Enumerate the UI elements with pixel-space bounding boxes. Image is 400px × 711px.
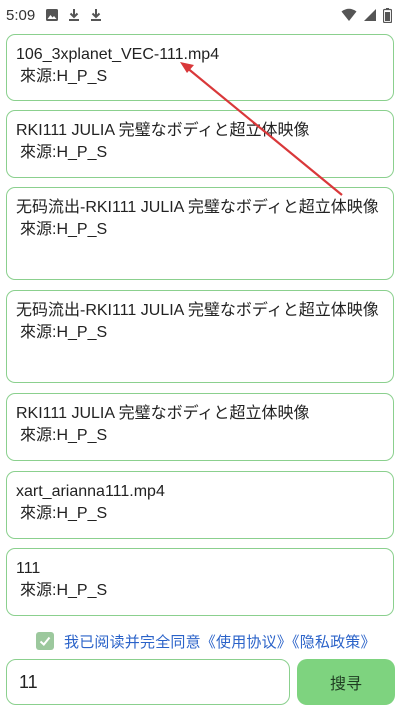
- result-card[interactable]: 111 來源:H_P_S: [6, 548, 394, 616]
- result-title: 111: [16, 560, 41, 577]
- result-card[interactable]: xart_arianna111.mp4 來源:H_P_S: [6, 471, 394, 539]
- result-card[interactable]: RKI111 JULIA 完璧なボディと超立体映像 來源:H_P_S: [6, 110, 394, 178]
- result-source: 來源:H_P_S: [20, 582, 108, 599]
- status-bar: 5:09: [0, 0, 400, 30]
- status-time: 5:09: [6, 6, 36, 24]
- battery-icon: [383, 7, 392, 23]
- result-source: 來源:H_P_S: [20, 324, 108, 341]
- result-card[interactable]: 无码流出-RKI111 JULIA 完璧なボディと超立体映像 來源:H_P_S: [6, 290, 394, 383]
- result-source: 來源:H_P_S: [20, 427, 108, 444]
- system-icons: [341, 7, 392, 23]
- result-title: RKI111 JULIA 完璧なボディと超立体映像: [16, 405, 310, 422]
- result-card[interactable]: RKI111 JULIA 完璧なボディと超立体映像 來源:H_P_S: [6, 393, 394, 461]
- result-title: 无码流出-RKI111 JULIA 完璧なボディと超立体映像: [16, 302, 379, 319]
- result-title: xart_arianna111.mp4: [16, 483, 165, 500]
- agreement-text[interactable]: 我已阅读并完全同意《使用协议》《隐私政策》: [64, 631, 376, 652]
- result-source: 來源:H_P_S: [20, 68, 108, 85]
- app-screen: 5:09 106_3xplanet_VEC-111.mp4 來源:H_P_S R…: [0, 0, 400, 711]
- search-input[interactable]: [6, 659, 290, 705]
- cellular-signal-icon: [363, 8, 377, 22]
- result-source: 來源:H_P_S: [20, 221, 108, 238]
- search-button[interactable]: 搜寻: [297, 659, 395, 705]
- result-source: 來源:H_P_S: [20, 144, 108, 161]
- result-title: 106_3xplanet_VEC-111.mp4: [16, 46, 220, 63]
- result-card[interactable]: 106_3xplanet_VEC-111.mp4 來源:H_P_S: [6, 34, 394, 101]
- result-source: 來源:H_P_S: [20, 505, 108, 522]
- download-icon: [89, 8, 103, 22]
- result-card[interactable]: 无码流出-RKI111 JULIA 完璧なボディと超立体映像 來源:H_P_S: [6, 187, 394, 280]
- check-icon: [39, 636, 51, 646]
- wifi-icon: [341, 8, 357, 22]
- result-title: 无码流出-RKI111 JULIA 完璧なボディと超立体映像: [16, 199, 379, 216]
- notification-icons: [45, 8, 103, 22]
- image-icon: [45, 8, 59, 22]
- agreement-checkbox[interactable]: [36, 632, 54, 650]
- download-icon: [67, 8, 81, 22]
- result-title: RKI111 JULIA 完璧なボディと超立体映像: [16, 122, 310, 139]
- agreement-row[interactable]: 我已阅读并完全同意《使用协议》《隐私政策》: [36, 630, 376, 652]
